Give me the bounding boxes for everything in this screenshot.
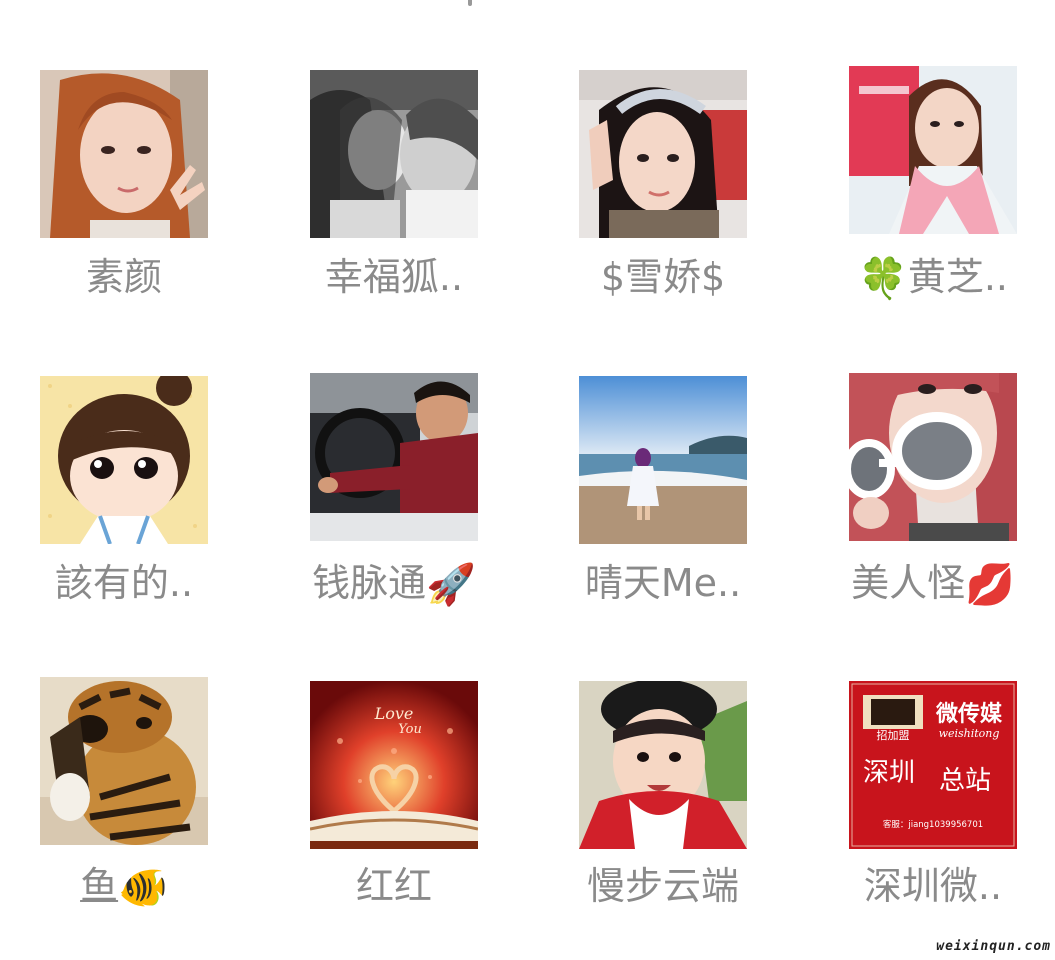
member-name: 钱脉通🚀 (312, 561, 476, 608)
avatar-cartoon-girl[interactable] (40, 376, 208, 544)
member-name: 美人怪💋 (851, 561, 1015, 608)
ad-brand: 微传媒 (935, 701, 1003, 727)
member-name: 晴天Me.. (584, 561, 742, 605)
member-12[interactable]: 招加盟 微传媒 weishitong 深圳 总站 客服：jiang1039956… (849, 681, 1055, 931)
member-11[interactable]: 慢步云端 (579, 681, 809, 931)
member-name: 鱼🐠 (80, 864, 168, 911)
avatar-boy-driving[interactable] (310, 373, 478, 541)
ad-city: 深圳 (863, 758, 915, 788)
avatar-woman-sunglasses-head[interactable] (579, 70, 747, 238)
scroll-indicator (468, 0, 472, 6)
member-3[interactable]: $雪娇$ (579, 70, 809, 320)
avatar-woman-white-sunglasses[interactable] (849, 373, 1017, 541)
ad-service: 客服：jiang1039956701 (883, 819, 983, 830)
avatar-toddler-red[interactable] (579, 681, 747, 849)
member-7[interactable]: 晴天Me.. (579, 376, 809, 626)
avatar-kissing-kids-bw[interactable] (310, 70, 478, 238)
member-name: $雪娇$ (600, 255, 726, 299)
you-text: You (398, 722, 422, 737)
member-1[interactable]: 素颜 (40, 70, 270, 320)
member-name: 該有的.. (54, 561, 194, 605)
member-9[interactable]: 鱼🐠 (40, 677, 270, 927)
ad-brand-sub: weishitong (939, 727, 1000, 740)
ad-badge: 招加盟 (877, 728, 910, 742)
group-members-grid: 素颜 幸福狐.. $雪娇$ 🍀黄芝.. 該有的.. 钱脉通🚀 晴天Me.. 美人… (0, 0, 1055, 960)
member-name: 素颜 (85, 255, 162, 299)
ad-station: 总站 (939, 766, 991, 796)
avatar-love-book-heart[interactable]: Love You (310, 681, 478, 849)
avatar-tiger-puppy[interactable] (40, 677, 208, 845)
member-4[interactable]: 🍀黄芝.. (849, 66, 1055, 316)
avatar-weishitong-ad[interactable]: 招加盟 微传媒 weishitong 深圳 总站 客服：jiang1039956… (849, 681, 1017, 849)
member-name: 红红 (355, 864, 432, 908)
member-name: 深圳微.. (863, 864, 1003, 908)
member-8[interactable]: 美人怪💋 (849, 373, 1055, 623)
member-6[interactable]: 钱脉通🚀 (310, 373, 540, 623)
watermark: weixinqun.com (936, 939, 1051, 954)
avatar-woman-peace-sign[interactable] (40, 70, 208, 238)
member-10[interactable]: Love You 红红 (310, 681, 540, 931)
member-5[interactable]: 該有的.. (40, 376, 270, 626)
avatar-woman-pink-scarf[interactable] (849, 66, 1017, 234)
avatar-girl-beach[interactable] (579, 376, 747, 544)
love-text: Love (374, 704, 414, 723)
member-name: 🍀黄芝.. (858, 255, 1008, 302)
member-2[interactable]: 幸福狐.. (310, 70, 540, 320)
member-name: 幸福狐.. (324, 255, 464, 299)
member-name: 慢步云端 (586, 864, 739, 908)
